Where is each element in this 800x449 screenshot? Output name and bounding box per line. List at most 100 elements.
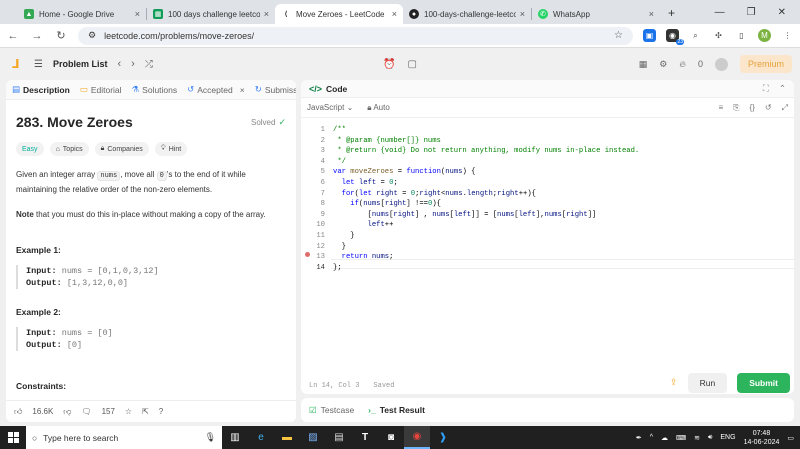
fullscreen-icon[interactable]: ⤢ (782, 103, 788, 113)
companies-tag[interactable]: 🔒︎ Companies (94, 142, 149, 156)
wifi-icon[interactable]: ≋ (694, 434, 700, 442)
collapse-icon[interactable]: ⌃ (779, 83, 786, 94)
tab-testcase[interactable]: ☑ Testcase (309, 405, 354, 416)
close-window-icon[interactable]: ✕ (778, 7, 786, 18)
list-icon[interactable]: ☰ (34, 59, 43, 70)
back-icon[interactable]: ← (6, 30, 20, 42)
problem-title: 283. Move Zeroes (16, 114, 133, 130)
hint-tag[interactable]: 💡︎ Hint (154, 142, 188, 156)
photos-icon[interactable]: ▨ (300, 426, 326, 449)
minimize-icon[interactable]: — (715, 7, 725, 18)
tab-solutions[interactable]: ⚗ Solutions (132, 84, 178, 95)
bookmark-star-icon[interactable]: ☆ (614, 30, 623, 41)
code-line: } (333, 232, 355, 240)
store-icon[interactable]: ▤ (326, 426, 352, 449)
extension-badge-icon[interactable]: ◉ 23 (666, 29, 684, 45)
pen-icon[interactable]: ✒ (636, 434, 642, 442)
streak-fire-icon[interactable]: 🔥︎ (679, 59, 686, 70)
sidebar-icon[interactable]: ▯ (735, 29, 748, 42)
braces-icon[interactable]: {} (750, 103, 755, 113)
google-drive-icon: ▲ (24, 9, 34, 19)
dislike-icon[interactable]: 👎︎ (63, 407, 71, 417)
new-tab-button[interactable]: + (668, 6, 675, 20)
close-icon[interactable]: × (520, 9, 525, 19)
taskbar-search-input[interactable]: ○ Type here to search 🎙︎ (26, 426, 222, 449)
clock[interactable]: 07:48 14-06-2024 (744, 429, 780, 447)
browser-menu-icon[interactable]: ⋮ (781, 29, 794, 42)
submit-button[interactable]: Submit (737, 372, 790, 393)
network-icon[interactable]: ⌨ (676, 434, 686, 442)
browser-tab-google-drive[interactable]: ▲ Home - Google Drive × (18, 4, 146, 24)
help-icon[interactable]: ? (159, 407, 163, 416)
browser-tab-github[interactable]: ● 100-days-challenge-leetcode × (403, 4, 531, 24)
volume-icon[interactable]: 🔊︎ (708, 434, 712, 442)
layout-icon[interactable]: ▦ (639, 59, 648, 70)
settings-gear-icon[interactable]: ⚙ (659, 59, 667, 70)
comment-icon[interactable]: 🗨︎ (81, 407, 91, 416)
next-problem-icon[interactable]: › (131, 58, 135, 70)
line-number: 4 (320, 157, 325, 166)
cloud-icon[interactable]: ☁ (661, 434, 668, 442)
like-icon[interactable]: 👍︎ (14, 407, 22, 417)
leetcode-logo-icon[interactable]: ᒧ (12, 57, 24, 71)
maximize-icon[interactable]: ⛶ (763, 83, 769, 94)
browser-tab-sheets[interactable]: ▦ 100 days challenge leetcode × (147, 4, 275, 24)
tab-test-result[interactable]: ›_ Test Result (368, 405, 425, 415)
close-icon[interactable]: × (649, 9, 654, 19)
browser-tab-whatsapp[interactable]: ✆ WhatsApp × (532, 4, 660, 24)
microphone-icon[interactable]: 🎙︎ (205, 432, 216, 443)
reset-icon[interactable]: ↺ (765, 103, 772, 113)
shuffle-icon[interactable]: ⤮ (145, 59, 153, 70)
extension-badge: 23 (676, 39, 684, 45)
notes-icon[interactable]: ▢ (407, 59, 416, 70)
editorial-icon: ▭ (79, 84, 88, 94)
close-icon[interactable]: × (264, 9, 269, 19)
upload-icon[interactable]: ⇪ (670, 377, 678, 388)
format-icon[interactable]: ≡ (718, 103, 723, 113)
favorite-star-icon[interactable]: ☆ (125, 407, 132, 416)
topics-tag[interactable]: ⌂ Topics (49, 142, 89, 156)
camera-icon[interactable]: ◙ (378, 426, 404, 449)
windows-start-icon[interactable] (0, 432, 26, 443)
reload-icon[interactable]: ↻ (54, 29, 68, 42)
line-number: 9 (320, 210, 325, 219)
url-input[interactable]: ⚙ leetcode.com/problems/move-zeroes/ ☆ (78, 26, 633, 45)
avatar[interactable]: M (758, 29, 771, 42)
file-explorer-icon[interactable]: ▬ (274, 426, 300, 449)
tab-submissions[interactable]: ↻Submissions (255, 84, 296, 95)
run-button[interactable]: Run (687, 372, 728, 393)
site-info-icon[interactable]: ⚙ (88, 30, 96, 41)
user-avatar-icon[interactable] (714, 57, 728, 71)
extensions-puzzle-icon[interactable]: ✣ (712, 29, 725, 42)
tab-accepted[interactable]: ↺ Accepted × (187, 84, 245, 95)
edge-icon[interactable]: e (248, 426, 274, 449)
leetcode-topbar: ᒧ ☰ Problem List ‹ › ⤮ ⏰ ▢ ▦ ⚙ 🔥︎ 0 Prem… (0, 49, 800, 79)
search-icon[interactable]: ⌕ (689, 29, 702, 42)
problem-list-link[interactable]: Problem List (53, 59, 108, 69)
close-icon[interactable]: × (135, 9, 140, 19)
chrome-icon[interactable]: ◉ (404, 426, 430, 449)
auto-mode-toggle[interactable]: 🔒︎ Auto (367, 103, 390, 113)
typora-icon[interactable]: T (352, 426, 378, 449)
prev-problem-icon[interactable]: ‹ (117, 58, 121, 70)
chevron-up-icon[interactable]: ^ (650, 434, 653, 441)
tab-label: Test Result (379, 405, 425, 415)
notifications-icon[interactable]: ▭ (787, 434, 794, 442)
forward-icon[interactable]: → (30, 30, 44, 42)
code-editor[interactable]: 1 /** 2 * @param {number[]} nums 3 * @retur… (301, 122, 794, 390)
close-icon[interactable]: × (240, 85, 245, 95)
premium-button[interactable]: Premium (739, 55, 792, 73)
vscode-icon[interactable]: ❱ (430, 426, 456, 449)
browser-tab-leetcode[interactable]: ⟨ Move Zeroes - LeetCode × (275, 4, 403, 24)
tab-description[interactable]: ▤ Description (12, 84, 70, 95)
restore-icon[interactable]: ❐ (747, 7, 756, 18)
language-select[interactable]: JavaScript ⌄ (307, 103, 353, 112)
tab-editorial[interactable]: ▭ Editorial (80, 84, 122, 95)
close-icon[interactable]: × (392, 9, 397, 19)
bookmark-icon[interactable]: ⎘ (733, 103, 739, 113)
timer-icon[interactable]: ⏰ (383, 59, 395, 70)
language-indicator[interactable]: ENG (720, 434, 735, 441)
share-icon[interactable]: ⇱ (142, 407, 149, 416)
extension-icon[interactable]: ▣ (643, 29, 656, 42)
task-view-icon[interactable]: ▥ (222, 426, 248, 449)
